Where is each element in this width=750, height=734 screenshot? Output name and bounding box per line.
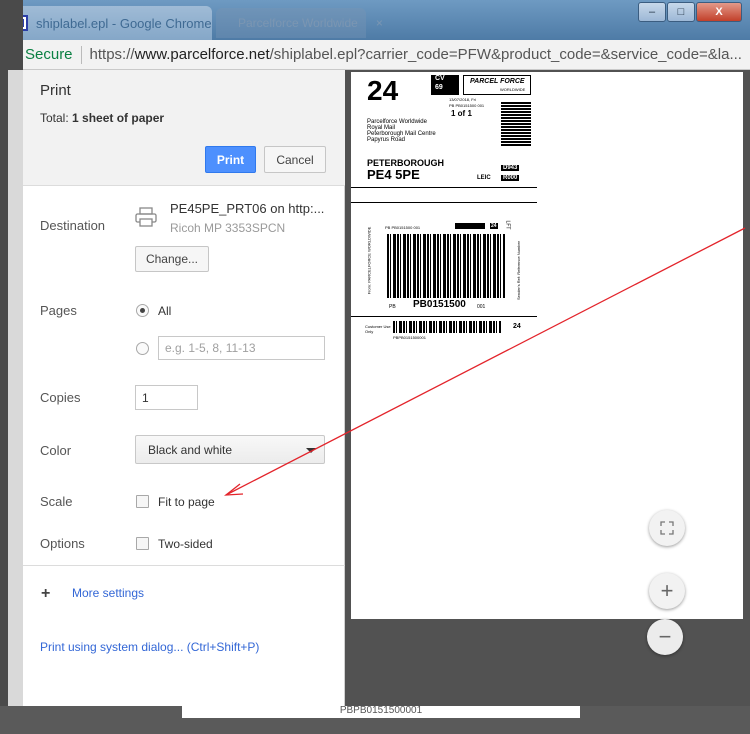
background-page-peek: PBPB0151500001 [182, 706, 580, 718]
zoom-out-button[interactable]: − [647, 619, 683, 655]
tab-title: Parcelforce Worldwide [238, 16, 358, 30]
total-sheets: Total: 1 sheet of paper [40, 111, 164, 125]
cv-number: 69 [435, 84, 443, 91]
minimize-button[interactable]: – [638, 2, 666, 22]
pages-custom-radio[interactable] [136, 342, 149, 355]
window-controls: – □ X [638, 2, 742, 22]
label-rule [351, 187, 537, 188]
fit-to-page-label[interactable]: Fit to page [158, 495, 215, 509]
label-zone-number: 24 [367, 75, 399, 106]
address-separator [80, 45, 82, 64]
fit-icon [660, 521, 674, 535]
options-label: Options [40, 536, 85, 551]
side-right-text: Sender's Ref: Reference Number [516, 240, 522, 301]
fit-to-page-checkbox[interactable] [136, 495, 149, 508]
url-path: /shiplabel.epl?carrier_code=PFW&product_… [269, 46, 742, 63]
side-left-text: From: PARCELFORCE WORLDWIDE [366, 226, 372, 295]
color-select[interactable]: Black and white [135, 435, 325, 464]
print-preview-area: 24 CV 69 PARCEL FORCE WORLDWIDE 13/07/20… [345, 70, 750, 706]
minus-icon: − [658, 624, 672, 649]
destination-model: Ricoh MP 3353SPCN [170, 221, 286, 235]
url-scheme: https:// [89, 46, 135, 63]
background-page-edge [0, 0, 23, 734]
pages-all-label[interactable]: All [158, 304, 171, 318]
label-depot: D943 [501, 165, 520, 171]
zoom-in-button[interactable]: + [649, 573, 685, 609]
customer-use: Customer Use Only [365, 324, 391, 334]
copies-input[interactable] [135, 385, 198, 410]
tracking-suffix: 001 [477, 304, 486, 310]
lft-text: LFT [504, 220, 511, 230]
small-barcode-ref: PBPB0151500001 [393, 335, 426, 340]
print-settings-panel: Print Total: 1 sheet of paper Print Canc… [23, 70, 345, 706]
barcode-black-bar [455, 223, 485, 229]
preview-page: 24 CV 69 PARCEL FORCE WORLDWIDE 13/07/20… [351, 72, 743, 619]
copies-label: Copies [40, 390, 81, 405]
chevron-down-icon [306, 448, 316, 453]
print-title: Print [40, 82, 71, 99]
label-postcode: PE4 5PE [367, 167, 420, 182]
barcode-top-ref: PB PB0151500 001 [385, 225, 421, 230]
main-barcode [387, 234, 505, 298]
label-date: 13/07/2018, Fri [449, 97, 476, 102]
more-settings-link[interactable]: More settings [72, 586, 144, 600]
bottom-24: 24 [513, 323, 521, 330]
print-button[interactable]: Print [205, 146, 256, 173]
logo-text: PARCEL FORCE [470, 78, 525, 85]
printer-icon [135, 207, 157, 227]
pages-all-radio[interactable] [136, 304, 149, 317]
window-titlebar: shiplabel.epl - Google Chrome Parcelforc… [0, 0, 750, 40]
label-2d-barcode [501, 102, 531, 146]
label-rule [351, 316, 537, 317]
tab-parcelforce[interactable]: Parcelforce Worldwide × [216, 8, 383, 38]
total-prefix: Total: [40, 111, 73, 125]
pages-input[interactable] [158, 336, 325, 360]
plus-icon[interactable]: + [41, 585, 50, 603]
url-host: www.parcelforce.net [134, 46, 270, 63]
cv-box: CV 69 [431, 75, 459, 95]
label-address-4: Papyrus Road [367, 137, 406, 143]
total-value: 1 sheet of paper [72, 111, 165, 125]
color-select-value: Black and white [148, 442, 233, 457]
destination-label: Destination [40, 218, 106, 233]
destination-name: PE45PE_PRT06 on http:... [170, 201, 325, 216]
address-bar[interactable]: Secure https://www.parcelforce.net/shipl… [0, 40, 750, 70]
cancel-button[interactable]: Cancel [264, 146, 326, 173]
scale-label: Scale [40, 494, 73, 509]
tab-title: shiplabel.epl - Google Chrome [36, 15, 212, 31]
parcelforce-logo: PARCEL FORCE WORLDWIDE [463, 75, 531, 95]
pages-label: Pages [40, 303, 77, 318]
label-small-ref: PB PB0151500 001 [449, 103, 485, 108]
fit-to-page-zoom-button[interactable] [649, 510, 685, 546]
secure-label[interactable]: Secure [25, 46, 73, 63]
label-of: 1 of 1 [451, 109, 472, 118]
small-barcode [393, 321, 501, 333]
cv-label: CV [435, 75, 445, 82]
label-rule [351, 202, 537, 203]
url-text[interactable]: https://www.parcelforce.net/shiplabel.ep… [90, 46, 742, 63]
logo-subtext: WORLDWIDE [500, 87, 526, 92]
color-label: Color [40, 443, 72, 458]
barcode-pb: PB [389, 304, 396, 310]
change-destination-button[interactable]: Change... [135, 246, 209, 272]
label-leic: LEIC [477, 175, 491, 181]
two-sided-checkbox[interactable] [136, 537, 149, 550]
two-sided-label[interactable]: Two-sided [158, 537, 213, 551]
tab-close-icon[interactable]: × [376, 16, 383, 30]
tracking-number: PB0151500 [413, 299, 466, 310]
barcode-num: 24 [490, 223, 498, 229]
maximize-button[interactable]: □ [667, 2, 695, 22]
tab-shiplabel[interactable]: shiplabel.epl - Google Chrome [6, 6, 212, 40]
panel-divider [23, 565, 345, 566]
system-dialog-link[interactable]: Print using system dialog... (Ctrl+Shift… [40, 640, 259, 654]
label-route: R000 [501, 175, 520, 181]
plus-icon: + [660, 578, 674, 603]
print-header: Print Total: 1 sheet of paper Print Canc… [23, 70, 345, 186]
close-button[interactable]: X [696, 2, 742, 22]
